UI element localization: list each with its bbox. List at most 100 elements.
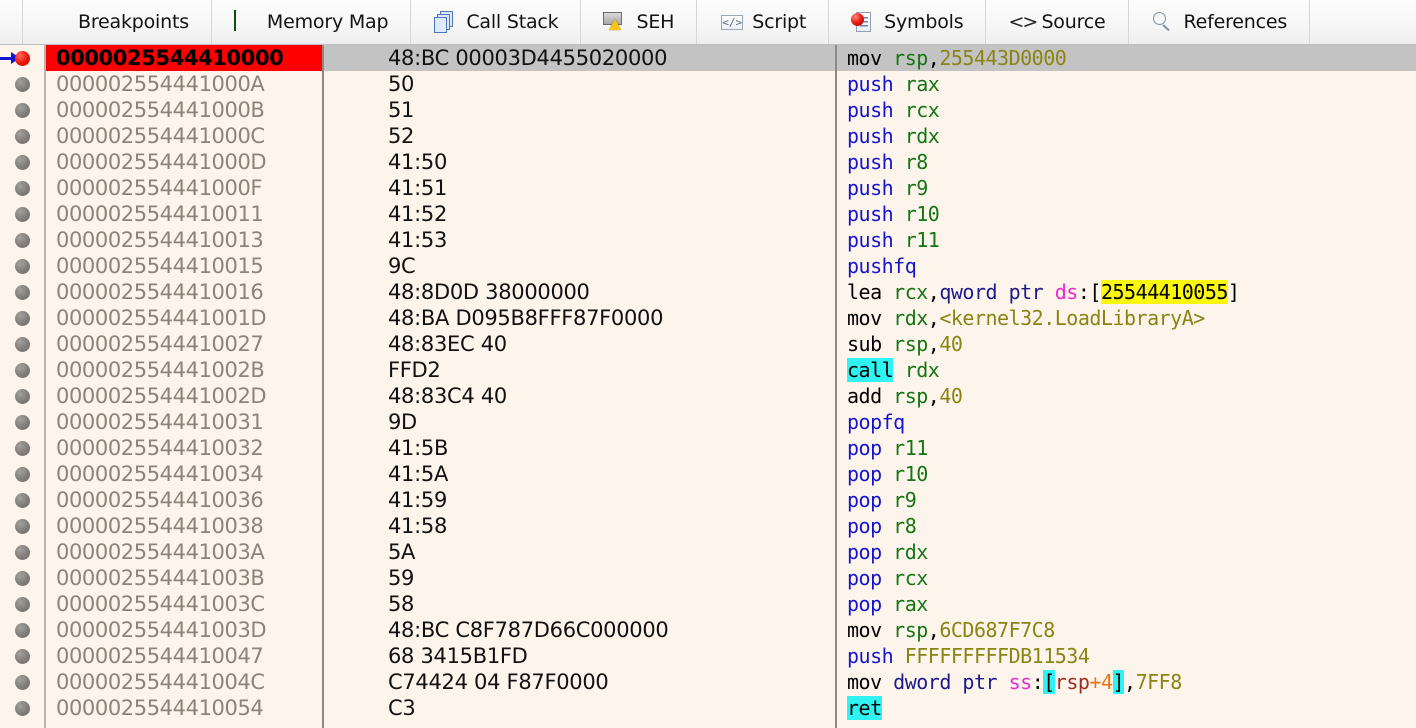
row-gutter[interactable] bbox=[0, 71, 44, 97]
disassembly-row[interactable]: 0000025544410054 C3 ret bbox=[0, 695, 1416, 721]
token-sp bbox=[893, 150, 905, 174]
breakpoint-inactive-icon[interactable] bbox=[14, 414, 30, 430]
breakpoint-inactive-icon[interactable] bbox=[14, 362, 30, 378]
bytes-cell: 9C bbox=[388, 254, 416, 278]
disassembly-row[interactable]: 000002554441002D 48:83C4 40 add rsp,40 bbox=[0, 383, 1416, 409]
row-gutter[interactable] bbox=[0, 45, 44, 71]
breakpoint-inactive-icon[interactable] bbox=[14, 154, 30, 170]
disassembly-row[interactable]: 000002554441003A 5A pop rdx bbox=[0, 539, 1416, 565]
row-gutter[interactable] bbox=[0, 97, 44, 123]
tab-breakpoints[interactable]: Breakpoints bbox=[22, 0, 212, 44]
token-mn-blue: push bbox=[847, 202, 894, 226]
instruction-cell: sub rsp,40 bbox=[837, 331, 1416, 357]
row-gutter[interactable] bbox=[0, 123, 44, 149]
disassembly-row[interactable]: 0000025544410047 68 3415B1FD push FFFFFFFF… bbox=[0, 643, 1416, 669]
breakpoint-inactive-icon[interactable] bbox=[14, 700, 30, 716]
disassembly-row[interactable]: 0000025544410027 48:83EC 40 sub rsp,40 bbox=[0, 331, 1416, 357]
row-gutter[interactable] bbox=[0, 253, 44, 279]
row-gutter[interactable] bbox=[0, 149, 44, 175]
tab-memory-map[interactable]: Memory Map bbox=[212, 0, 412, 44]
breakpoint-inactive-icon[interactable] bbox=[14, 76, 30, 92]
breakpoint-inactive-icon[interactable] bbox=[14, 544, 30, 560]
breakpoint-inactive-icon[interactable] bbox=[14, 648, 30, 664]
breakpoint-inactive-icon[interactable] bbox=[14, 206, 30, 222]
row-gutter[interactable] bbox=[0, 383, 44, 409]
row-gutter[interactable] bbox=[0, 227, 44, 253]
breakpoint-inactive-icon[interactable] bbox=[14, 622, 30, 638]
breakpoint-inactive-icon[interactable] bbox=[14, 518, 30, 534]
row-gutter[interactable] bbox=[0, 539, 44, 565]
disassembly-row[interactable]: 0000025544410011 41:52 push r10 bbox=[0, 201, 1416, 227]
breakpoint-inactive-icon[interactable] bbox=[14, 674, 30, 690]
disassembly-row[interactable]: 000002554441003D 48:BC C8F787D66C000000 mo… bbox=[0, 617, 1416, 643]
breakpoint-inactive-icon[interactable] bbox=[14, 466, 30, 482]
row-gutter[interactable] bbox=[0, 331, 44, 357]
disassembly-row[interactable]: 000002554441001D 48:BA D095B8FFF87F0000 mo… bbox=[0, 305, 1416, 331]
token-mn-hl: ret bbox=[847, 696, 882, 720]
disassembly-row[interactable]: 000002554441003B 59 pop rcx bbox=[0, 565, 1416, 591]
row-gutter[interactable] bbox=[0, 617, 44, 643]
disassembly-row[interactable]: 0000025544410036 41:59 pop r9 bbox=[0, 487, 1416, 513]
disassembly-row[interactable]: 000002554441004C C74424 04 F87F0000 mov dw… bbox=[0, 669, 1416, 695]
disassembly-row[interactable]: 000002554441003C 58 pop rax bbox=[0, 591, 1416, 617]
disassembly-row[interactable]: 0000025544410038 41:58 pop r8 bbox=[0, 513, 1416, 539]
disassembly-row[interactable]: 0000025544410013 41:53 push r11 bbox=[0, 227, 1416, 253]
instruction-cell: add rsp,40 bbox=[837, 383, 1416, 409]
disassembly-row[interactable]: 000002554441000F 41:51 push r9 bbox=[0, 175, 1416, 201]
bytes-cell: 48:83C4 40 bbox=[388, 384, 507, 408]
row-gutter[interactable] bbox=[0, 357, 44, 383]
breakpoint-inactive-icon[interactable] bbox=[14, 570, 30, 586]
bytes-cell: 41:5A bbox=[388, 462, 449, 486]
disassembly-pane[interactable]: 0000025544410000 48:BC 00003D4455020000 mo… bbox=[0, 45, 1416, 728]
disassembly-row[interactable]: 000002554441000C 52 push rdx bbox=[0, 123, 1416, 149]
row-gutter[interactable] bbox=[0, 695, 44, 721]
row-gutter[interactable] bbox=[0, 279, 44, 305]
token-mn-blue: pop bbox=[847, 592, 882, 616]
row-gutter[interactable] bbox=[0, 591, 44, 617]
disassembly-row[interactable]: 0000025544410034 41:5A pop r10 bbox=[0, 461, 1416, 487]
row-gutter[interactable] bbox=[0, 513, 44, 539]
tab-call-stack[interactable]: Call Stack bbox=[411, 0, 582, 44]
row-gutter[interactable] bbox=[0, 175, 44, 201]
breakpoint-inactive-icon[interactable] bbox=[14, 102, 30, 118]
breakpoint-inactive-icon[interactable] bbox=[14, 258, 30, 274]
breakpoint-inactive-icon[interactable] bbox=[14, 440, 30, 456]
tab-source[interactable]: <> Source bbox=[986, 0, 1129, 44]
disassembly-row[interactable]: 000002554441000A 50 push rax bbox=[0, 71, 1416, 97]
breakpoint-inactive-icon[interactable] bbox=[14, 310, 30, 326]
row-gutter[interactable] bbox=[0, 643, 44, 669]
row-gutter[interactable] bbox=[0, 487, 44, 513]
row-gutter[interactable] bbox=[0, 461, 44, 487]
breakpoint-inactive-icon[interactable] bbox=[14, 388, 30, 404]
row-gutter[interactable] bbox=[0, 435, 44, 461]
disassembly-row[interactable]: 0000025544410016 48:8D0D 38000000 lea rcx,… bbox=[0, 279, 1416, 305]
breakpoint-inactive-icon[interactable] bbox=[14, 596, 30, 612]
breakpoint-inactive-icon[interactable] bbox=[14, 492, 30, 508]
disassembly-row[interactable]: 0000025544410000 48:BC 00003D4455020000 mo… bbox=[0, 45, 1416, 71]
breakpoint-active-icon[interactable] bbox=[14, 50, 30, 66]
disassembly-row[interactable]: 000002554441000B 51 push rcx bbox=[0, 97, 1416, 123]
tab-symbols[interactable]: Symbols bbox=[829, 0, 987, 44]
row-gutter[interactable] bbox=[0, 669, 44, 695]
breakpoint-inactive-icon[interactable] bbox=[14, 336, 30, 352]
token-num: 7FF8 bbox=[1135, 670, 1183, 694]
breakpoint-inactive-icon[interactable] bbox=[14, 232, 30, 248]
disassembly-row[interactable]: 0000025544410031 9D popfq bbox=[0, 409, 1416, 435]
disassembly-row[interactable]: 0000025544410032 41:5B pop r11 bbox=[0, 435, 1416, 461]
tab-script[interactable]: </> Script bbox=[697, 0, 830, 44]
row-gutter[interactable] bbox=[0, 409, 44, 435]
breakpoint-inactive-icon[interactable] bbox=[14, 128, 30, 144]
bytes-cell: 68 3415B1FD bbox=[388, 644, 528, 668]
instruction-cell: push r11 bbox=[837, 227, 1416, 253]
disassembly-row[interactable]: 000002554441002B FFD2 call rdx bbox=[0, 357, 1416, 383]
row-gutter[interactable] bbox=[0, 305, 44, 331]
row-gutter[interactable] bbox=[0, 201, 44, 227]
row-gutter[interactable] bbox=[0, 565, 44, 591]
disassembly-row[interactable]: 000002554441000D 41:50 push r8 bbox=[0, 149, 1416, 175]
tab-seh[interactable]: SEH bbox=[581, 0, 698, 44]
disassembly-row[interactable]: 0000025544410015 9C pushfq bbox=[0, 253, 1416, 279]
breakpoint-inactive-icon[interactable] bbox=[14, 180, 30, 196]
disassembly-row-list[interactable]: 0000025544410000 48:BC 00003D4455020000 mo… bbox=[0, 45, 1416, 721]
tab-references[interactable]: References bbox=[1129, 0, 1311, 44]
breakpoint-inactive-icon[interactable] bbox=[14, 284, 30, 300]
